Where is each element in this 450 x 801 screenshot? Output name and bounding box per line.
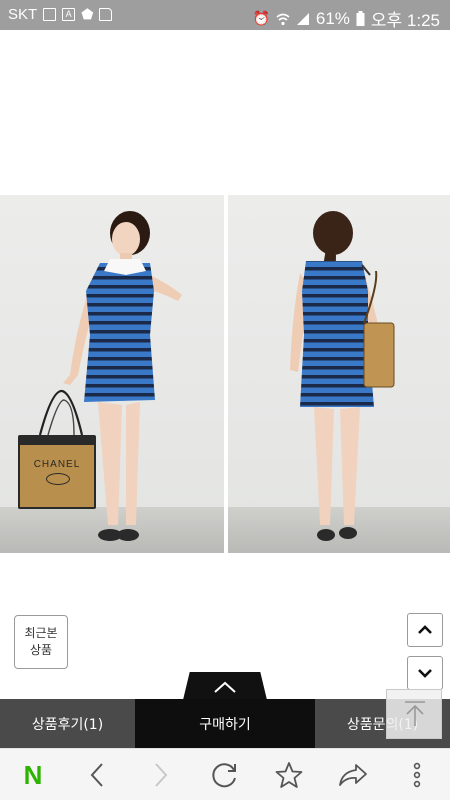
sd-card-icon	[99, 8, 113, 21]
product-tab-bar: 상품후기(1) 구매하기 상품문의(1)	[0, 699, 450, 748]
chevron-up-icon	[214, 681, 236, 693]
bookmark-button[interactable]	[264, 749, 314, 801]
shield-icon: ⬟	[81, 6, 94, 22]
status-right: ⏰ 61% 오후 1:25	[252, 6, 440, 31]
forward-button[interactable]	[136, 749, 186, 801]
scroll-to-top-button[interactable]	[386, 689, 442, 739]
battery-percent: 61%	[315, 8, 350, 28]
battery-icon	[356, 11, 365, 26]
arrow-up-to-top-icon	[405, 701, 425, 726]
back-icon	[90, 763, 103, 787]
recent-label-line1: 최근본	[24, 626, 58, 640]
signal-icon	[296, 12, 309, 25]
wifi-icon	[276, 13, 290, 25]
refresh-button[interactable]	[200, 749, 250, 801]
share-icon	[339, 764, 367, 786]
tab-reviews[interactable]: 상품후기(1)	[0, 699, 135, 748]
status-left: SKT A ⬟	[8, 6, 113, 23]
refresh-icon	[212, 763, 236, 788]
recent-products-button[interactable]: 최근본 상품	[14, 615, 68, 669]
scroll-down-button[interactable]	[407, 656, 443, 690]
scroll-up-button[interactable]	[407, 613, 443, 647]
recent-label-line2: 상품	[29, 643, 53, 657]
status-bar: SKT A ⬟ ⏰ 61% 오후 1:25	[0, 0, 450, 30]
tab-buy[interactable]: 구매하기	[135, 699, 315, 748]
tote-bag: CHANEL	[18, 435, 96, 509]
browser-nav-bar: N	[0, 748, 450, 800]
chevron-up-icon	[418, 625, 432, 634]
alarm-icon: ⏰	[252, 10, 270, 26]
more-menu-button[interactable]	[392, 749, 442, 801]
a-icon: A	[62, 8, 76, 21]
carrier-label: SKT	[8, 6, 38, 23]
image-icon	[43, 8, 57, 21]
naver-logo-icon: N	[23, 759, 43, 790]
model-back-figure	[290, 211, 395, 541]
chevron-down-icon	[418, 669, 432, 678]
tab-buy-label: 구매하기	[199, 716, 251, 733]
forward-icon	[155, 763, 168, 787]
back-button[interactable]	[72, 749, 122, 801]
tabbar-expand-handle[interactable]	[183, 672, 267, 700]
photo-divider	[224, 195, 228, 553]
bag-brand-label: CHANEL	[33, 459, 81, 470]
product-photo: CHANEL	[0, 195, 450, 553]
more-vertical-icon	[413, 762, 421, 788]
star-icon	[275, 762, 303, 788]
clock: 오후 1:25	[370, 11, 440, 30]
tab-reviews-label: 상품후기(1)	[31, 716, 104, 733]
naver-home-button[interactable]: N	[8, 749, 58, 801]
share-button[interactable]	[328, 749, 378, 801]
